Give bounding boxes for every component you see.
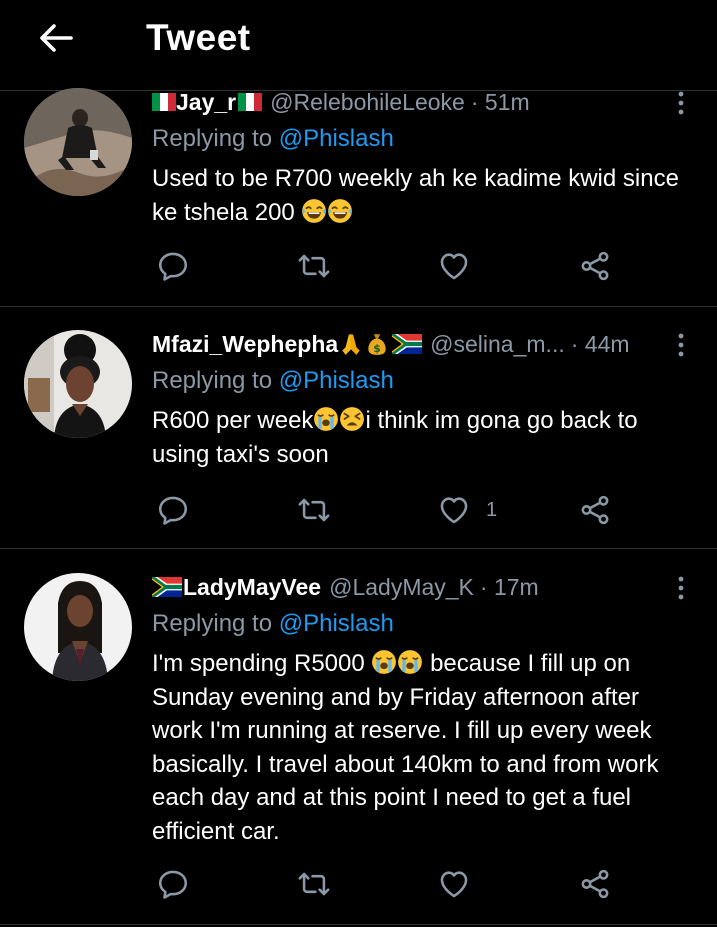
- more-options-button[interactable]: [668, 573, 694, 603]
- tweet-text: I'm spending R5000 because I fill up on …: [152, 647, 697, 848]
- reply-icon: [156, 867, 190, 901]
- south-africa-flag-icon: [152, 577, 182, 597]
- tweet-meta: Jay_r @RelebohileLeoke · 51m: [152, 84, 530, 120]
- user-handle[interactable]: @selina_m...: [430, 326, 565, 362]
- replying-to: Replying to @Phislash: [152, 607, 394, 641]
- divider: [0, 306, 717, 307]
- more-vertical-icon: [678, 332, 684, 358]
- italy-flag-icon: [238, 93, 262, 111]
- mention-link[interactable]: @Phislash: [279, 125, 394, 152]
- top-bar: Tweet: [0, 0, 717, 86]
- user-handle[interactable]: @RelebohileLeoke: [270, 84, 465, 120]
- like-button[interactable]: [436, 864, 472, 904]
- back-button[interactable]: [30, 16, 82, 60]
- tweet-meta: LadyMayVee @LadyMay_K · 17m: [152, 569, 539, 605]
- loudly-crying-emoji-icon: [397, 649, 423, 675]
- avatar[interactable]: [24, 88, 132, 196]
- tweet-text-line: Sunday evening and by Friday afternoon a…: [152, 683, 639, 711]
- loudly-crying-emoji-icon: [313, 406, 339, 432]
- tweet-time: · 44m: [570, 331, 630, 357]
- joy-emoji-icon: [301, 198, 327, 224]
- tweet-time: · 51m: [470, 89, 530, 115]
- display-name[interactable]: Mfazi_Wephepha: [152, 326, 422, 362]
- replying-to-label: Replying to: [152, 610, 273, 637]
- tweet-meta: Mfazi_Wephepha @selina_m... · 44m: [152, 326, 630, 362]
- avatar[interactable]: [24, 330, 132, 438]
- divider: [0, 548, 717, 549]
- tweet-text-line: basically. I travel about 140km to and f…: [152, 750, 659, 778]
- divider: [0, 924, 717, 925]
- replying-to: Replying to @Phislash: [152, 364, 394, 398]
- tired-face-emoji-icon: [339, 406, 365, 432]
- reply-button[interactable]: [156, 864, 190, 904]
- page-title: Tweet: [146, 17, 251, 58]
- retweet-icon: [296, 867, 332, 901]
- retweet-icon: [296, 249, 332, 283]
- money-bag-emoji-icon: [364, 331, 390, 357]
- display-name-text: LadyMayVee: [183, 574, 322, 600]
- like-count: 1: [486, 498, 498, 521]
- folded-hands-emoji-icon: [338, 331, 364, 357]
- tweet-text-line: i think im gona go back to: [365, 407, 638, 434]
- tweet-actions: [0, 246, 717, 286]
- italy-flag-icon: [152, 93, 176, 111]
- reply-icon: [156, 493, 190, 527]
- reply-button[interactable]: [156, 246, 190, 286]
- tweet-text-line: Used to be R700 weekly ah ke kadime kwid…: [152, 165, 679, 192]
- replying-to-label: Replying to: [152, 367, 273, 394]
- tweet-text-line: because I fill up on: [430, 650, 631, 677]
- share-button[interactable]: [578, 864, 612, 904]
- share-button[interactable]: [578, 246, 612, 286]
- retweet-button[interactable]: [296, 490, 332, 530]
- like-icon: [436, 867, 472, 901]
- more-vertical-icon: [678, 575, 684, 601]
- tweet-actions: [0, 864, 717, 904]
- replying-to: Replying to @Phislash: [152, 122, 394, 156]
- retweet-icon: [296, 493, 332, 527]
- tweet-text-line: ke tshela 200: [152, 198, 295, 226]
- display-name-text: Jay_r: [176, 89, 237, 115]
- display-name-text: Mfazi_Wephepha: [152, 331, 339, 357]
- more-options-button[interactable]: [668, 330, 694, 360]
- retweet-button[interactable]: [296, 864, 332, 904]
- avatar[interactable]: [24, 573, 132, 681]
- tweet-text-line: I'm spending R5000: [152, 650, 365, 677]
- display-name[interactable]: LadyMayVee: [152, 569, 321, 605]
- mention-link[interactable]: @Phislash: [279, 610, 394, 637]
- share-icon: [578, 249, 612, 283]
- joy-emoji-icon: [327, 198, 353, 224]
- user-handle[interactable]: @LadyMay_K: [329, 569, 474, 605]
- tweet-actions: 1: [0, 490, 717, 530]
- south-africa-flag-icon: [392, 334, 422, 354]
- replying-to-label: Replying to: [152, 125, 273, 152]
- more-options-button[interactable]: [668, 88, 694, 118]
- reply-button[interactable]: [156, 490, 190, 530]
- tweet-text: Used to be R700 weekly ah ke kadime kwid…: [152, 162, 697, 229]
- like-button[interactable]: 1: [436, 490, 497, 530]
- share-button[interactable]: [578, 490, 612, 530]
- like-icon: [436, 493, 472, 527]
- retweet-button[interactable]: [296, 246, 332, 286]
- mention-link[interactable]: @Phislash: [279, 367, 394, 394]
- share-icon: [578, 867, 612, 901]
- more-vertical-icon: [678, 90, 684, 116]
- arrow-left-icon: [40, 24, 73, 52]
- tweet-time: · 17m: [479, 574, 539, 600]
- loudly-crying-emoji-icon: [371, 649, 397, 675]
- tweet-text-line: R600 per week: [152, 407, 314, 434]
- tweet-text-line: each day and at this point I need to get…: [152, 784, 632, 811]
- like-icon: [436, 249, 472, 283]
- like-button[interactable]: [436, 246, 472, 286]
- tweet-text-line: work I'm running at reserve. I fill up e…: [152, 717, 652, 744]
- tweet-text-line: efficient car.: [152, 817, 280, 845]
- display-name[interactable]: Jay_r: [152, 84, 262, 120]
- reply-icon: [156, 249, 190, 283]
- tweet-text-line: using taxi's soon: [152, 440, 329, 468]
- share-icon: [578, 493, 612, 527]
- tweet-text: R600 per week i think im gona go back to …: [152, 404, 697, 471]
